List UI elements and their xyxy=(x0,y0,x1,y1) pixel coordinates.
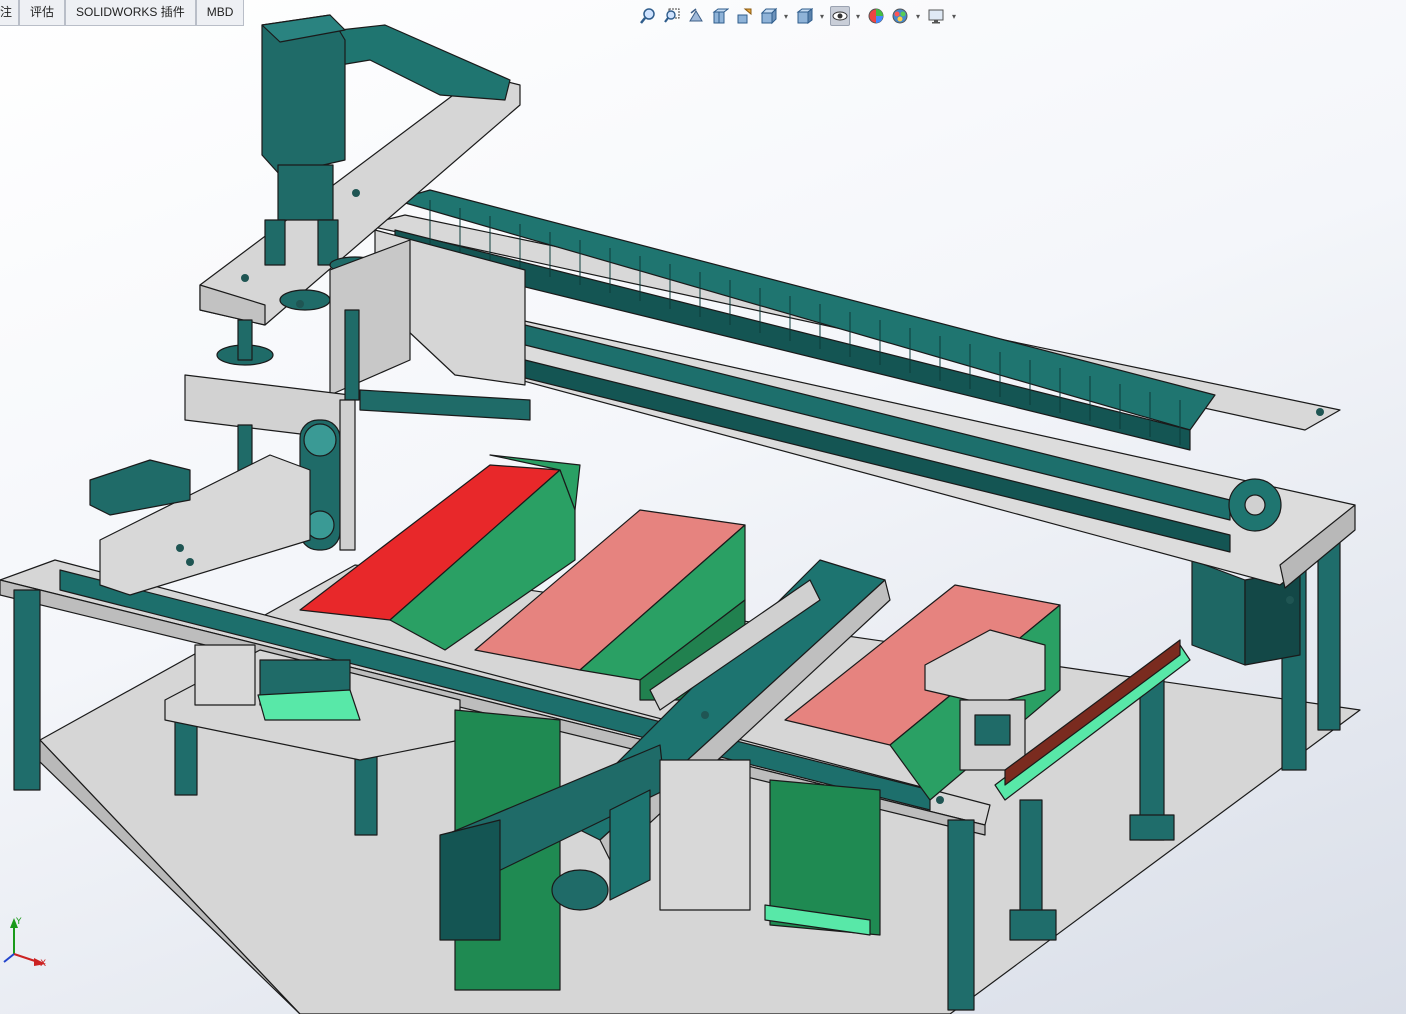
dynamic-annotation-icon[interactable] xyxy=(734,6,754,26)
apply-scene-icon[interactable] xyxy=(890,6,910,26)
hide-show-items-icon[interactable] xyxy=(830,6,850,26)
section-view-icon[interactable] xyxy=(710,6,730,26)
zoom-to-area-icon[interactable] xyxy=(662,6,682,26)
view-orientation-icon[interactable] xyxy=(758,6,778,26)
tab-mbd[interactable]: MBD xyxy=(195,0,245,26)
display-style-dropdown-icon[interactable]: ▾ xyxy=(818,6,826,26)
command-manager-tabs: 注 评估 SOLIDWORKS 插件 MBD xyxy=(0,0,245,27)
edit-appearance-icon[interactable] xyxy=(866,6,886,26)
view-settings-dropdown-icon[interactable]: ▾ xyxy=(950,6,958,26)
model-viewport[interactable] xyxy=(0,0,1406,1014)
tab-evaluate[interactable]: 评估 xyxy=(19,0,66,26)
display-style-icon[interactable] xyxy=(794,6,814,26)
top-drag-chain xyxy=(339,24,511,101)
apply-scene-dropdown-icon[interactable]: ▾ xyxy=(914,6,922,26)
previous-view-icon[interactable] xyxy=(686,6,706,26)
view-settings-icon[interactable] xyxy=(926,6,946,26)
tab-solidworks-addins[interactable]: SOLIDWORKS 插件 xyxy=(65,0,196,26)
view-orientation-dropdown-icon[interactable]: ▾ xyxy=(782,6,790,26)
triad-x-label: X xyxy=(40,959,46,969)
zoom-to-fit-icon[interactable] xyxy=(638,6,658,26)
hide-show-dropdown-icon[interactable]: ▾ xyxy=(854,6,862,26)
heads-up-view-toolbar: ▾ ▾ ▾ ▾ ▾ xyxy=(638,6,958,26)
triad-y-label: Y xyxy=(15,917,22,927)
tab-sketch[interactable]: 注 xyxy=(0,0,20,26)
reference-triad-icon: X Y xyxy=(3,917,46,969)
